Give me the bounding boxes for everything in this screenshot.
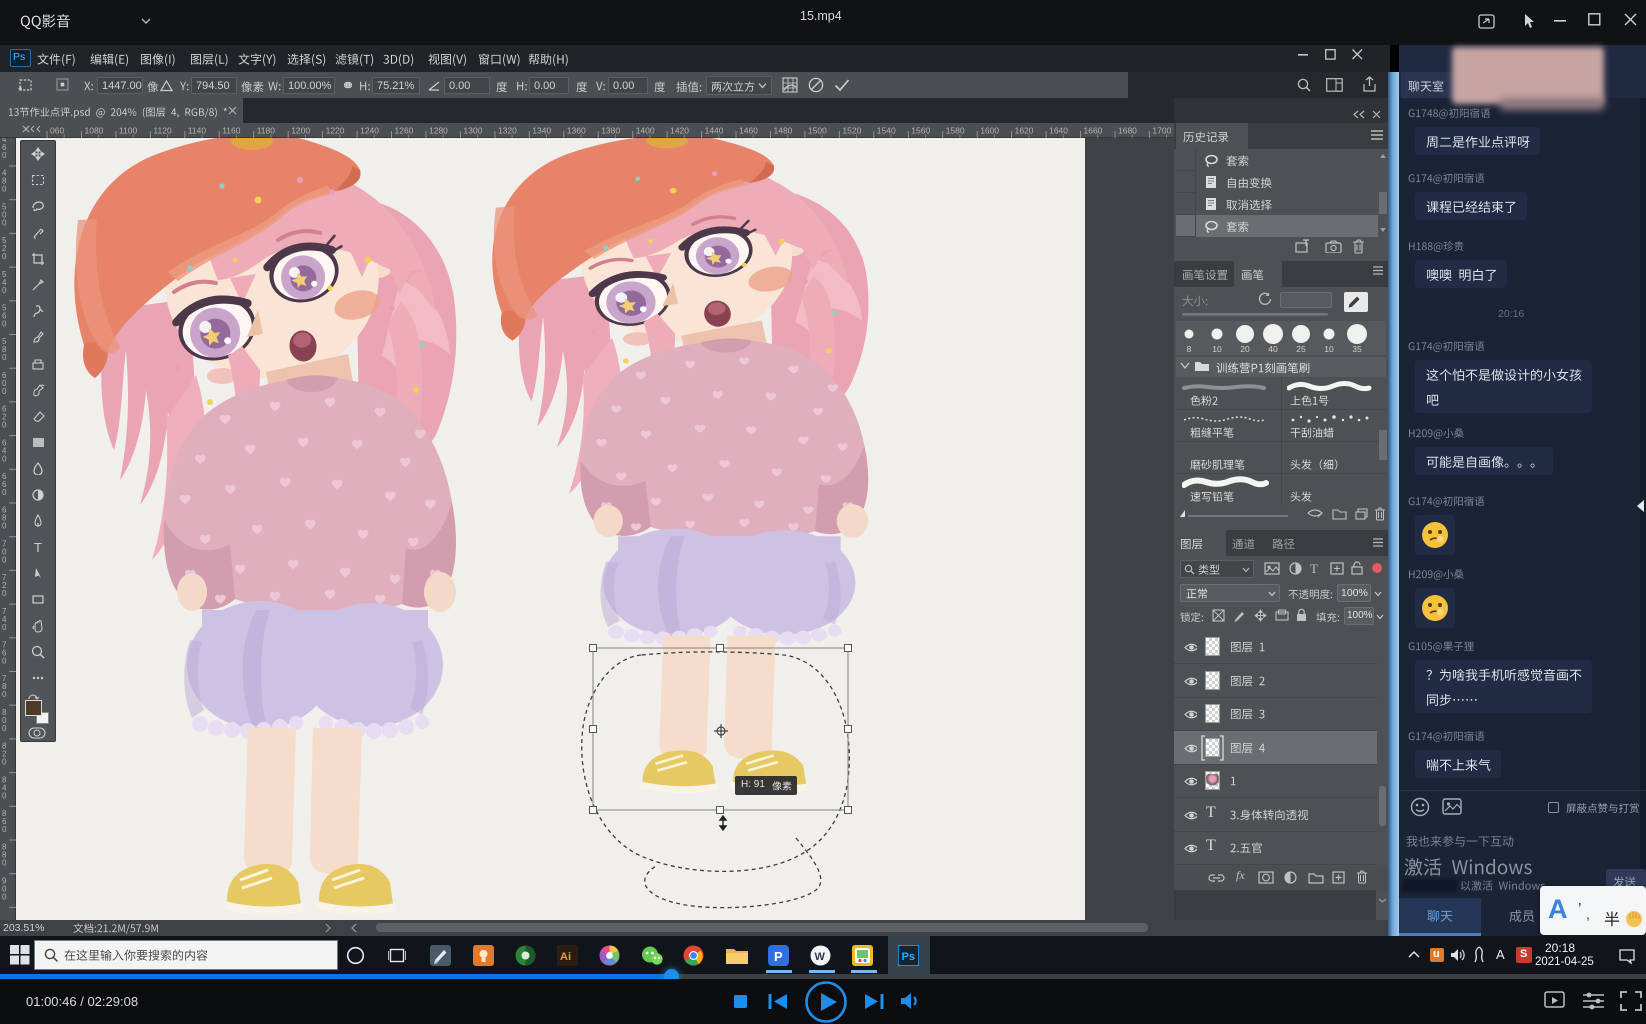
svg-text:1520: 1520 xyxy=(842,126,861,136)
svg-text:0: 0 xyxy=(2,623,7,632)
svg-text:10: 10 xyxy=(1212,344,1222,354)
svg-text:1340: 1340 xyxy=(532,126,551,136)
svg-text:1580: 1580 xyxy=(946,126,965,136)
svg-text:1160: 1160 xyxy=(222,126,241,136)
svg-text:Ps: Ps xyxy=(902,951,915,963)
svg-text:1660: 1660 xyxy=(1084,126,1103,136)
svg-text:1440: 1440 xyxy=(705,126,724,136)
svg-text:20: 20 xyxy=(1240,344,1250,354)
svg-text:0: 0 xyxy=(2,353,7,362)
svg-text:P: P xyxy=(774,949,783,964)
svg-text:0: 0 xyxy=(2,185,7,194)
svg-text:0: 0 xyxy=(2,555,7,564)
svg-text:1120: 1120 xyxy=(153,126,172,136)
svg-text:1700: 1700 xyxy=(1152,126,1171,136)
svg-text:10: 10 xyxy=(1324,344,1334,354)
svg-text:0: 0 xyxy=(2,218,7,227)
svg-text:1280: 1280 xyxy=(429,126,448,136)
svg-text:0: 0 xyxy=(2,454,7,463)
svg-text:1400: 1400 xyxy=(636,126,655,136)
svg-text:35: 35 xyxy=(1352,344,1362,354)
svg-text:1200: 1200 xyxy=(291,126,310,136)
svg-text:1320: 1320 xyxy=(498,126,517,136)
svg-text:1260: 1260 xyxy=(395,126,414,136)
svg-text:W: W xyxy=(815,951,826,963)
svg-text:0: 0 xyxy=(2,522,7,531)
svg-text:1420: 1420 xyxy=(670,126,689,136)
svg-text:0: 0 xyxy=(2,252,7,261)
svg-text:1620: 1620 xyxy=(1015,126,1034,136)
svg-text:0: 0 xyxy=(2,690,7,699)
svg-text:1140: 1140 xyxy=(188,126,207,136)
svg-text:0: 0 xyxy=(2,589,7,598)
svg-text:Ai: Ai xyxy=(560,951,571,963)
svg-text:0: 0 xyxy=(2,421,7,430)
svg-text:1240: 1240 xyxy=(360,126,379,136)
svg-text:0: 0 xyxy=(2,320,7,329)
svg-text:0: 0 xyxy=(2,825,7,834)
svg-text:0: 0 xyxy=(2,488,7,497)
svg-text:060: 060 xyxy=(50,126,64,136)
svg-text:0: 0 xyxy=(2,387,7,396)
svg-text:1380: 1380 xyxy=(601,126,620,136)
svg-text:1100: 1100 xyxy=(119,126,138,136)
svg-text:1600: 1600 xyxy=(980,126,999,136)
svg-text:0: 0 xyxy=(2,151,7,160)
svg-text:1220: 1220 xyxy=(326,126,345,136)
svg-text:1500: 1500 xyxy=(808,126,827,136)
svg-text:0: 0 xyxy=(2,892,7,901)
svg-text:1360: 1360 xyxy=(567,126,586,136)
svg-text:1680: 1680 xyxy=(1118,126,1137,136)
svg-text:0: 0 xyxy=(2,286,7,295)
svg-text:1560: 1560 xyxy=(911,126,930,136)
svg-text:1080: 1080 xyxy=(85,126,104,136)
svg-text:1460: 1460 xyxy=(739,126,758,136)
svg-text:1180: 1180 xyxy=(257,126,276,136)
svg-text:25: 25 xyxy=(1296,344,1306,354)
svg-text:0: 0 xyxy=(2,724,7,733)
svg-text:40: 40 xyxy=(1268,344,1278,354)
svg-text:1540: 1540 xyxy=(877,126,896,136)
svg-text:0: 0 xyxy=(2,859,7,868)
svg-text:0: 0 xyxy=(2,657,7,666)
svg-text:1480: 1480 xyxy=(774,126,793,136)
svg-text:1640: 1640 xyxy=(1049,126,1068,136)
svg-text:0: 0 xyxy=(2,791,7,800)
svg-text:1300: 1300 xyxy=(463,126,482,136)
svg-text:8: 8 xyxy=(1187,344,1192,354)
svg-text:T: T xyxy=(34,540,42,554)
svg-text:0: 0 xyxy=(2,758,7,767)
